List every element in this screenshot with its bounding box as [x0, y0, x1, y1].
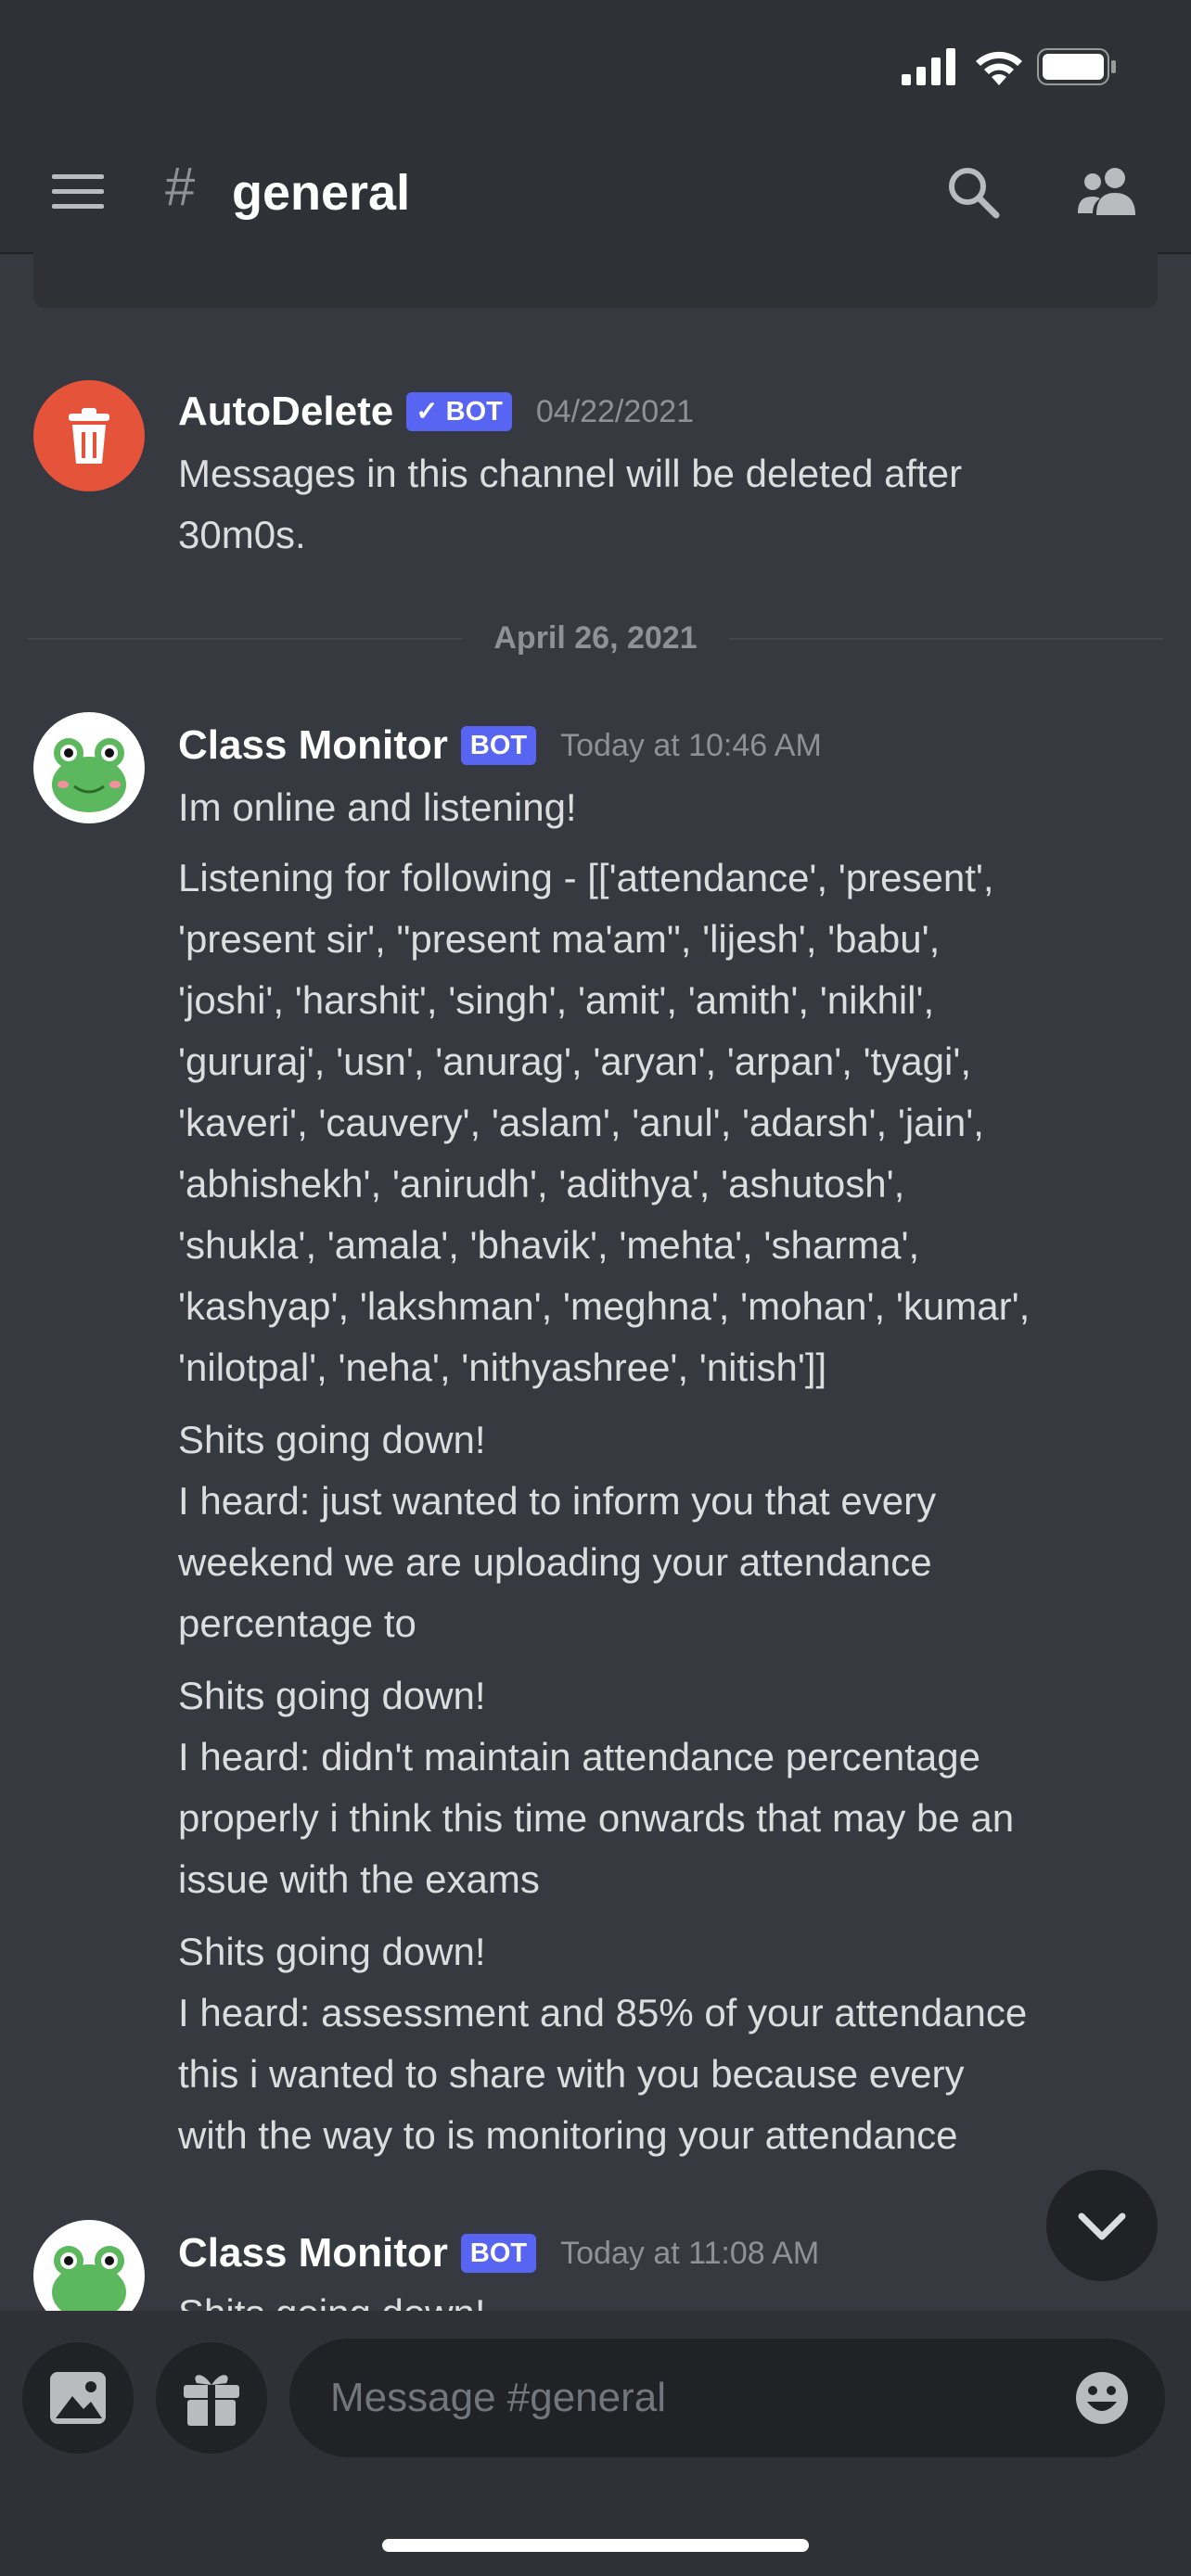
- channel-name[interactable]: general: [232, 163, 410, 223]
- message-line: Shits going down!: [178, 1418, 486, 1461]
- avatar[interactable]: [33, 380, 145, 491]
- jump-to-bottom-button[interactable]: [1046, 2170, 1158, 2281]
- message-line: 'shukla', 'amala', 'bhavik', 'mehta', 's…: [178, 1223, 920, 1267]
- message-line: Shits going down!: [178, 1930, 486, 1973]
- message-block: Listening for following - [['attendance'…: [178, 848, 1171, 1398]
- message-line: 'nilotpal', 'neha', 'nithyashree', 'niti…: [178, 1345, 827, 1389]
- bot-tag-label: BOT: [445, 397, 503, 427]
- message-line: 'present sir', "present ma'am", 'lijesh'…: [178, 917, 941, 961]
- search-icon[interactable]: [946, 165, 1000, 219]
- message-line: Im online and listening!: [178, 785, 577, 829]
- username[interactable]: AutoDelete: [178, 386, 393, 438]
- message-line: 'kaveri', 'cauvery', 'aslam', 'anul', 'a…: [178, 1101, 984, 1144]
- message-line: Listening for following - [['attendance'…: [178, 856, 994, 899]
- message-line: weekend we are uploading your attendance: [178, 1540, 932, 1584]
- message-block: Shits going down! I heard: assessment an…: [178, 1921, 1171, 2166]
- bot-tag: BOT: [460, 2234, 537, 2273]
- message-line: Shits going down!: [178, 1674, 486, 1717]
- attach-image-button[interactable]: [22, 2342, 134, 2454]
- message-line: with the way to is monitoring your atten…: [178, 2113, 958, 2157]
- home-indicator: [382, 2539, 809, 2552]
- username[interactable]: Class Monitor: [178, 2227, 448, 2279]
- gift-button[interactable]: [156, 2342, 267, 2454]
- message-block: Shits going down! I heard: just wanted t…: [178, 1409, 1161, 1654]
- message-line: 'abhishekh', 'anirudh', 'adithya', 'ashu…: [178, 1162, 905, 1205]
- embed-remnant: [33, 252, 1158, 308]
- signal-icon: [902, 48, 955, 85]
- message-header: AutoDelete ✓ BOT 04/22/2021: [178, 386, 694, 438]
- timestamp: 04/22/2021: [535, 394, 695, 429]
- bot-tag: ✓ BOT: [406, 392, 512, 431]
- message-input-placeholder: Message #general: [330, 2375, 667, 2420]
- verified-check-icon: ✓: [416, 397, 439, 427]
- timestamp: Today at 11:08 AM: [560, 2236, 820, 2271]
- avatar[interactable]: [33, 712, 145, 823]
- username[interactable]: Class Monitor: [178, 720, 448, 772]
- message-line: properly i think this time onwards that …: [178, 1796, 1015, 1840]
- message-header: Class Monitor BOT Today at 11:08 AM: [178, 2227, 819, 2279]
- status-bar: [0, 0, 1191, 130]
- message-input[interactable]: Message #general: [289, 2339, 1165, 2457]
- timestamp: Today at 10:46 AM: [560, 728, 822, 763]
- frog-avatar-icon: [52, 738, 126, 812]
- message-line: Messages in this channel will be deleted…: [178, 452, 963, 495]
- message-line: 30m0s.: [178, 513, 306, 556]
- date-divider-line: [729, 638, 1163, 640]
- message-block: Shits going down! I heard: didn't mainta…: [178, 1665, 1171, 1910]
- message-content: Messages in this channel will be deleted…: [178, 443, 1161, 566]
- wifi-icon: [976, 51, 1022, 85]
- message-line: 'kashyap', 'lakshman', 'meghna', 'mohan'…: [178, 1284, 1031, 1328]
- message-line: issue with the exams: [178, 1857, 540, 1901]
- chevron-down-icon: [1078, 2213, 1126, 2240]
- date-divider-line: [28, 638, 462, 640]
- trash-icon: [69, 408, 109, 464]
- message-line: I heard: didn't maintain attendance perc…: [178, 1735, 980, 1779]
- gift-icon: [184, 2375, 239, 2426]
- message-block: Im online and listening!: [178, 777, 1161, 838]
- message-line: I heard: just wanted to inform you that …: [178, 1479, 937, 1523]
- message-line: 'gururaj', 'usn', 'anurag', 'aryan', 'ar…: [178, 1039, 972, 1083]
- message-line: 'joshi', 'harshit', 'singh', 'amit', 'am…: [178, 978, 935, 1022]
- channel-hash-icon: #: [165, 157, 196, 217]
- battery-icon: [1037, 48, 1116, 85]
- message-line: this i wanted to share with you because …: [178, 2052, 965, 2096]
- members-icon[interactable]: [1076, 165, 1139, 217]
- message-header: Class Monitor BOT Today at 10:46 AM: [178, 720, 822, 772]
- message-line: I heard: assessment and 85% of your atte…: [178, 1991, 1028, 2034]
- hamburger-menu-icon[interactable]: [52, 174, 104, 210]
- emoji-icon[interactable]: [1074, 2370, 1130, 2426]
- image-icon: [50, 2372, 106, 2424]
- message-line: percentage to: [178, 1601, 416, 1645]
- date-divider: April 26, 2021: [493, 620, 698, 656]
- bot-tag: BOT: [460, 726, 537, 765]
